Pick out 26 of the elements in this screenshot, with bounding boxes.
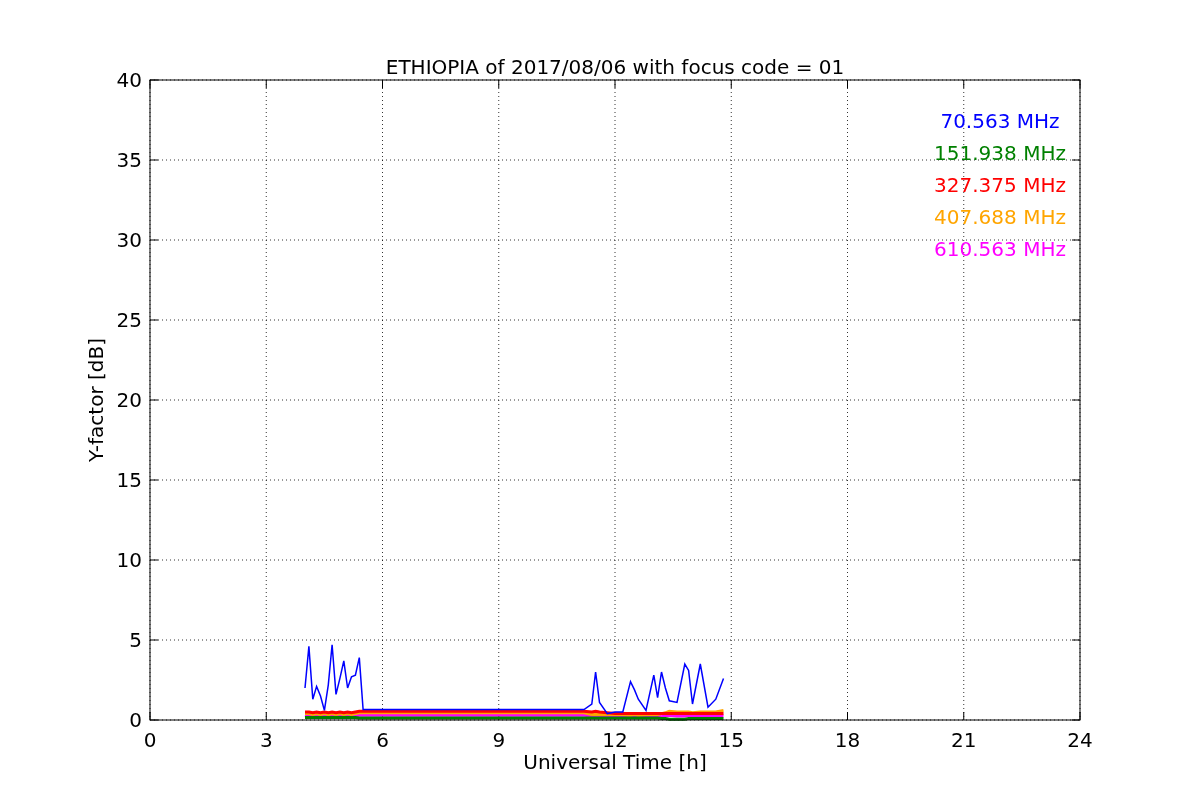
y-axis-label: Y-factor [dB] bbox=[84, 338, 108, 462]
y-tick-label: 40 bbox=[116, 68, 142, 92]
y-tick-label: 20 bbox=[116, 388, 142, 412]
y-tick-label: 30 bbox=[116, 228, 142, 252]
x-axis-label: Universal Time [h] bbox=[523, 750, 707, 774]
y-tick-label: 10 bbox=[116, 548, 142, 572]
legend-label: 407.688 MHz bbox=[934, 205, 1066, 229]
legend-label: 151.938 MHz bbox=[934, 141, 1066, 165]
x-tick-label: 9 bbox=[492, 728, 506, 752]
x-tick-label: 12 bbox=[602, 728, 628, 752]
legend-label: 610.563 MHz bbox=[934, 237, 1066, 261]
x-tick-label: 15 bbox=[718, 728, 744, 752]
legend-label: 70.563 MHz bbox=[940, 109, 1060, 133]
x-tick-label: 6 bbox=[376, 728, 389, 752]
x-tick-label: 0 bbox=[143, 728, 157, 752]
y-tick-label: 5 bbox=[129, 628, 142, 652]
x-tick-label: 24 bbox=[1067, 728, 1093, 752]
y-tick-label: 35 bbox=[116, 148, 142, 172]
y-tick-label: 15 bbox=[116, 468, 142, 492]
x-tick-label: 18 bbox=[834, 728, 861, 752]
x-tick-label: 3 bbox=[259, 728, 273, 752]
y-tick-label: 25 bbox=[116, 308, 142, 332]
x-tick-label: 21 bbox=[951, 728, 977, 752]
y-tick-label: 0 bbox=[129, 708, 142, 732]
legend-label: 327.375 MHz bbox=[934, 173, 1066, 197]
chart-title: ETHIOPIA of 2017/08/06 with focus code = 01 bbox=[385, 55, 845, 79]
